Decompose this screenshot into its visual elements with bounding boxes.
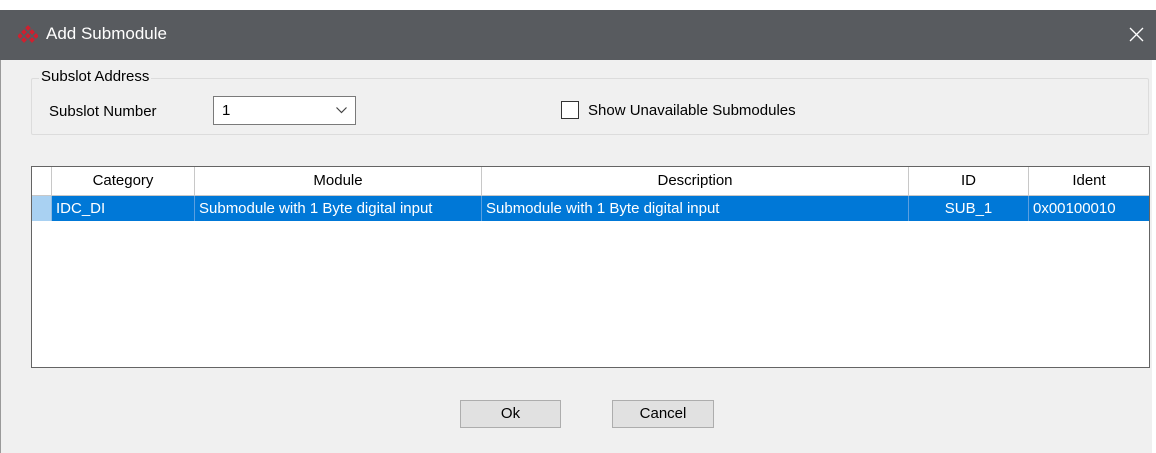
cancel-button[interactable]: Cancel — [612, 400, 714, 428]
subslot-number-value: 1 — [222, 102, 231, 119]
column-header-module[interactable]: Module — [195, 167, 482, 195]
app-logo-icon — [18, 25, 38, 43]
show-unavailable-checkbox[interactable] — [561, 101, 579, 119]
row-selector[interactable] — [32, 196, 52, 221]
chevron-down-icon — [336, 107, 347, 114]
table-header: Category Module Description ID Ident — [32, 167, 1149, 196]
cell-id: SUB_1 — [909, 196, 1029, 221]
title-bar: Add Submodule — [0, 10, 1156, 60]
close-icon — [1129, 27, 1144, 42]
close-button[interactable] — [1116, 10, 1156, 60]
submodule-table[interactable]: Category Module Description ID Ident IDC… — [31, 166, 1150, 368]
cell-ident: 0x00100010 — [1033, 200, 1116, 217]
column-header-category[interactable]: Category — [52, 167, 195, 195]
cell-description: Submodule with 1 Byte digital input — [482, 196, 909, 221]
show-unavailable-label[interactable]: Show Unavailable Submodules — [588, 101, 796, 121]
subslot-number-label: Subslot Number — [49, 103, 157, 120]
window-title: Add Submodule — [46, 24, 167, 43]
column-header-id[interactable]: ID — [909, 167, 1029, 195]
window-edge — [1152, 60, 1156, 453]
row-selector-header — [32, 167, 52, 195]
column-header-description[interactable]: Description — [482, 167, 909, 195]
dialog-body: Subslot Address Subslot Number 1 Show Un… — [0, 60, 1152, 453]
column-header-ident[interactable]: Ident — [1029, 167, 1149, 195]
cell-module: Submodule with 1 Byte digital input — [195, 196, 482, 221]
table-row[interactable]: IDC_DI Submodule with 1 Byte digital inp… — [32, 196, 1149, 221]
subslot-number-dropdown[interactable]: 1 — [213, 96, 356, 125]
ok-button[interactable]: Ok — [460, 400, 561, 428]
cell-category: IDC_DI — [52, 196, 195, 221]
subslot-address-legend: Subslot Address — [39, 67, 152, 87]
